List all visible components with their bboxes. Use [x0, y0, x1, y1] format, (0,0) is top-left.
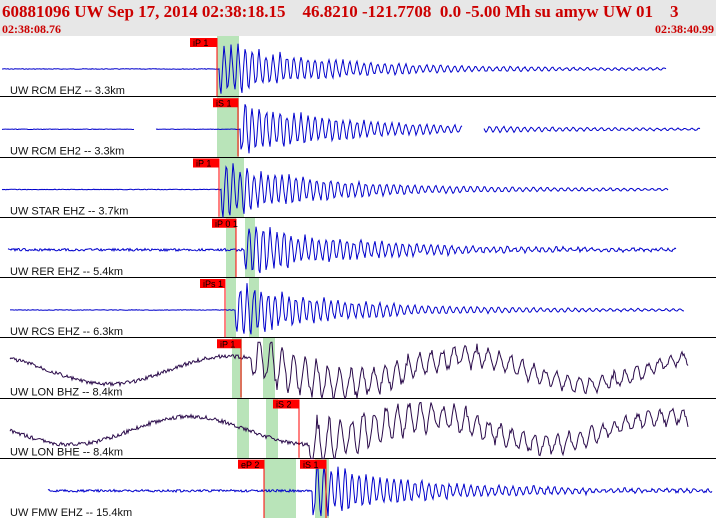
phase-pick[interactable]: iPs 1	[200, 279, 226, 338]
seismogram-panel[interactable]: iP 1iS 1iP 1iP 0 1iPs 1iP 1iS 2eP 2 iS 1 …	[0, 36, 716, 518]
phase-pick[interactable]: iP 1	[190, 38, 218, 97]
pick-label: iS 1	[303, 460, 319, 470]
pick-label: iS 1	[216, 98, 232, 108]
window-start-time: 02:38:08.76	[2, 22, 61, 36]
pick-window-band	[226, 278, 236, 338]
pick-window-band	[263, 338, 275, 398]
station-label: UW LON BHE -- 8.4km	[10, 447, 123, 459]
station-labels: UW RCM EHZ -- 3.3km UW RCM EH2 -- 3.3km UW…	[10, 85, 132, 518]
station-label: UW RCM EH2 -- 3.3km	[10, 145, 124, 157]
pick-label: iP 1	[196, 159, 211, 169]
phase-pick[interactable]: iP 1	[193, 158, 220, 217]
traces	[1, 43, 713, 517]
window-end-time: 02:38:40.99	[655, 22, 714, 36]
station-label: UW RER EHZ -- 5.4km	[10, 266, 123, 278]
pick-label: iP 1	[193, 38, 208, 48]
pick-label: iPs 1	[203, 279, 223, 289]
pick-label: eP 2	[241, 460, 259, 470]
station-label: UW RCM EHZ -- 3.3km	[10, 85, 125, 97]
station-label: UW FMW EHZ -- 15.4km	[10, 507, 132, 518]
waveform-trace	[47, 465, 713, 517]
station-label: UW LON BHZ -- 8.4km	[10, 386, 122, 398]
station-label: UW RCS EHZ -- 6.3km	[10, 326, 123, 338]
pick-window-band	[249, 278, 259, 338]
event-title: 60881096 UW Sep 17, 2014 02:38:18.15 46.…	[2, 2, 679, 21]
event-header: 60881096 UW Sep 17, 2014 02:38:18.15 46.…	[0, 0, 716, 36]
phase-pick[interactable]: eP 2	[238, 459, 265, 518]
pick-label: iS 2	[276, 400, 292, 410]
station-label: UW STAR EHZ -- 3.7km	[10, 206, 128, 218]
pick-label: iP 0 1	[215, 219, 238, 229]
pick-label: iP 1	[220, 339, 235, 349]
pick-window-band	[264, 458, 296, 518]
